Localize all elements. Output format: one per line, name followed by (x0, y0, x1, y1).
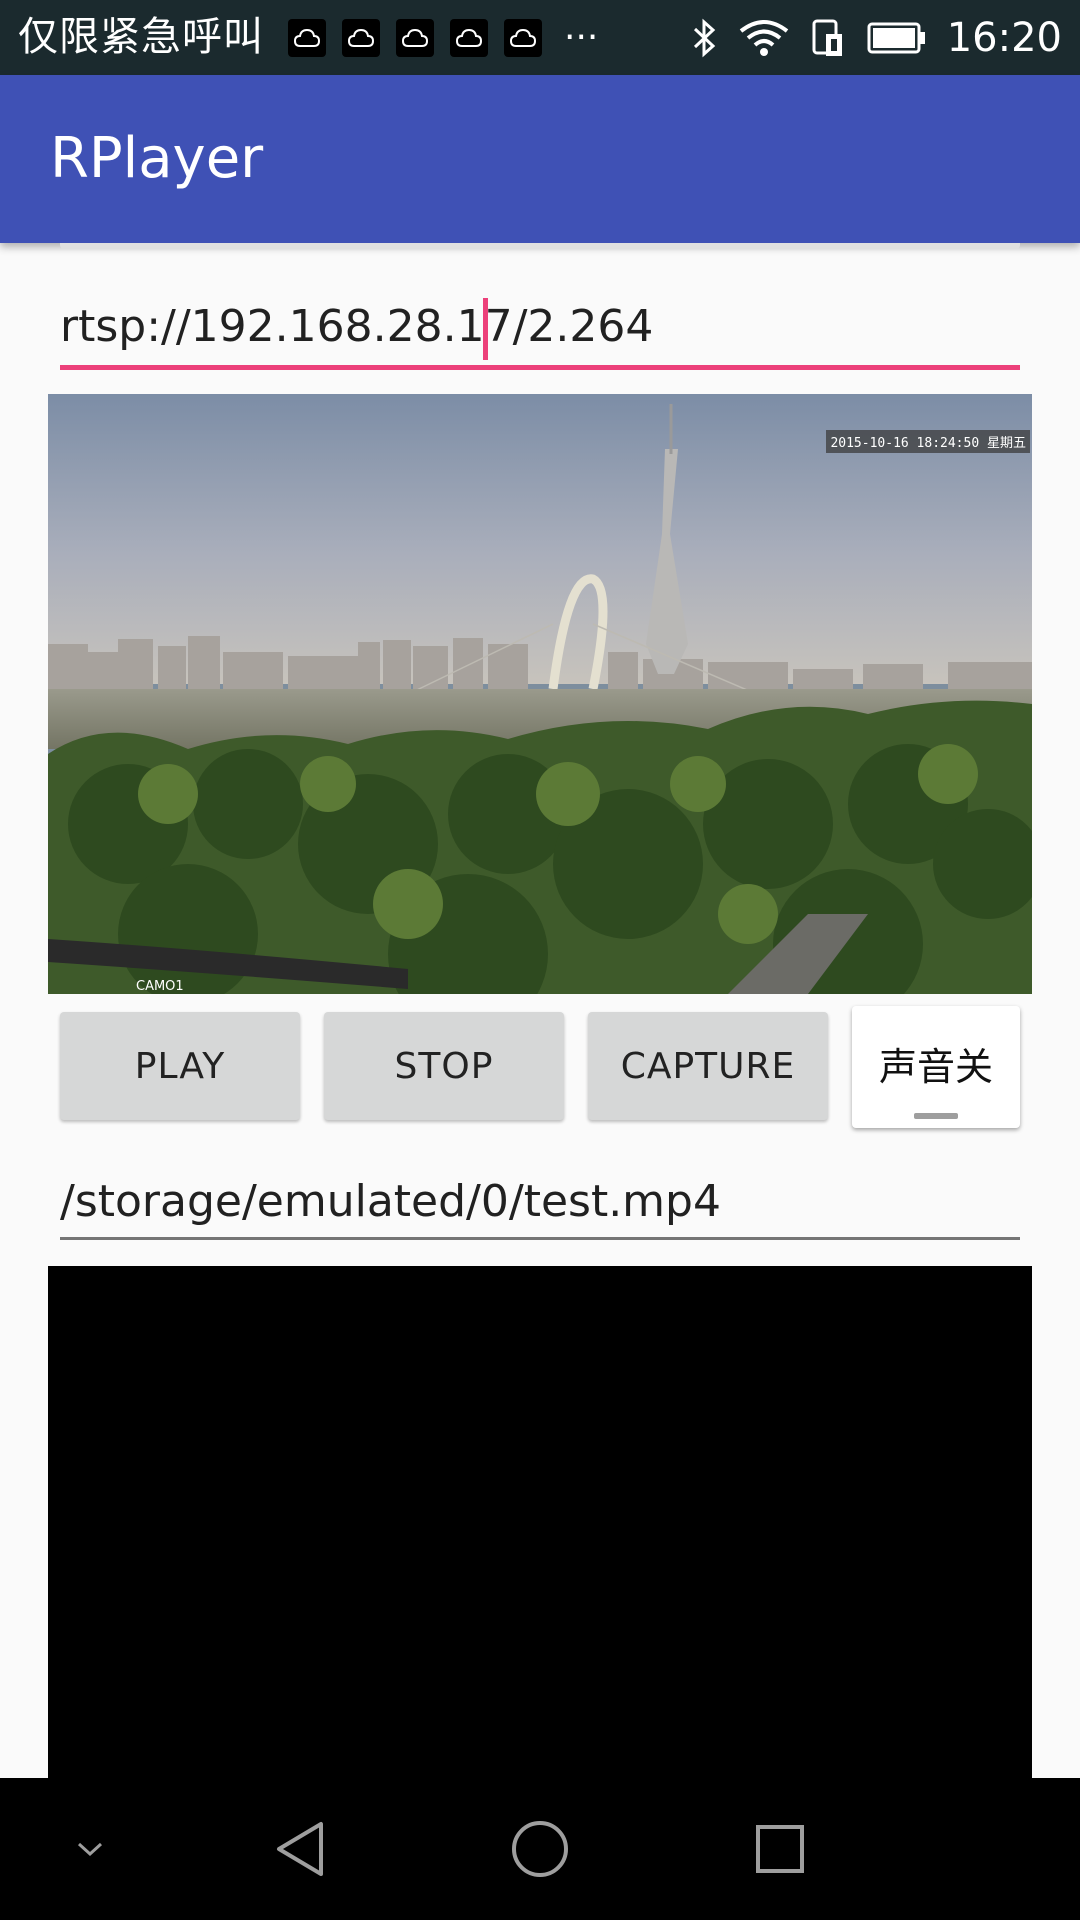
wifi-icon (739, 19, 789, 57)
camera-label: CAMO1 (136, 979, 184, 994)
video-view[interactable]: 2015-10-16 18:24:50 星期五 CAMO1 (48, 394, 1032, 994)
bluetooth-icon (691, 18, 717, 58)
playback-video-view[interactable] (48, 1266, 1032, 1778)
hidden-element-edge (60, 243, 1020, 249)
sim-icon (811, 18, 845, 58)
cloud-icon (450, 18, 488, 57)
text-cursor (483, 298, 488, 360)
clock: 16:20 (946, 14, 1062, 61)
status-bar: 仅限紧急呼叫 ··· 16:20 (0, 0, 1080, 75)
recents-icon[interactable] (740, 1778, 820, 1920)
cloud-icon (342, 18, 380, 57)
home-icon[interactable] (500, 1778, 580, 1920)
app-title: RPlayer (50, 126, 264, 191)
status-left: 仅限紧急呼叫 ··· (18, 0, 598, 75)
status-right: 16:20 (669, 0, 1062, 75)
chevron-down-icon[interactable] (60, 1778, 120, 1920)
battery-icon (867, 21, 927, 55)
cloud-icon (288, 18, 326, 57)
cloud-icon (396, 18, 434, 57)
more-notifications-indicator: ··· (564, 17, 599, 58)
back-icon[interactable] (260, 1778, 340, 1920)
capture-button[interactable]: CAPTURE (588, 1012, 828, 1120)
stop-button[interactable]: STOP (324, 1012, 564, 1120)
sound-toggle-button[interactable]: 声音关 (852, 1006, 1020, 1128)
rtsp-url-field[interactable] (60, 290, 1020, 370)
video-timestamp: 2015-10-16 18:24:50 星期五 (826, 430, 1030, 453)
toggle-indicator (914, 1113, 958, 1119)
navigation-bar (0, 1778, 1080, 1920)
app-bar: RPlayer (0, 75, 1080, 243)
record-path-field[interactable] (60, 1168, 1020, 1240)
sound-toggle-label: 声音关 (878, 1045, 993, 1089)
record-path-input[interactable] (60, 1168, 1020, 1234)
video-frame (48, 394, 1032, 994)
carrier-text: 仅限紧急呼叫 (18, 14, 264, 60)
cloud-icon (504, 18, 542, 57)
play-button[interactable]: PLAY (60, 1012, 300, 1120)
rtsp-url-input[interactable] (60, 290, 1020, 362)
notification-icons (272, 18, 542, 57)
